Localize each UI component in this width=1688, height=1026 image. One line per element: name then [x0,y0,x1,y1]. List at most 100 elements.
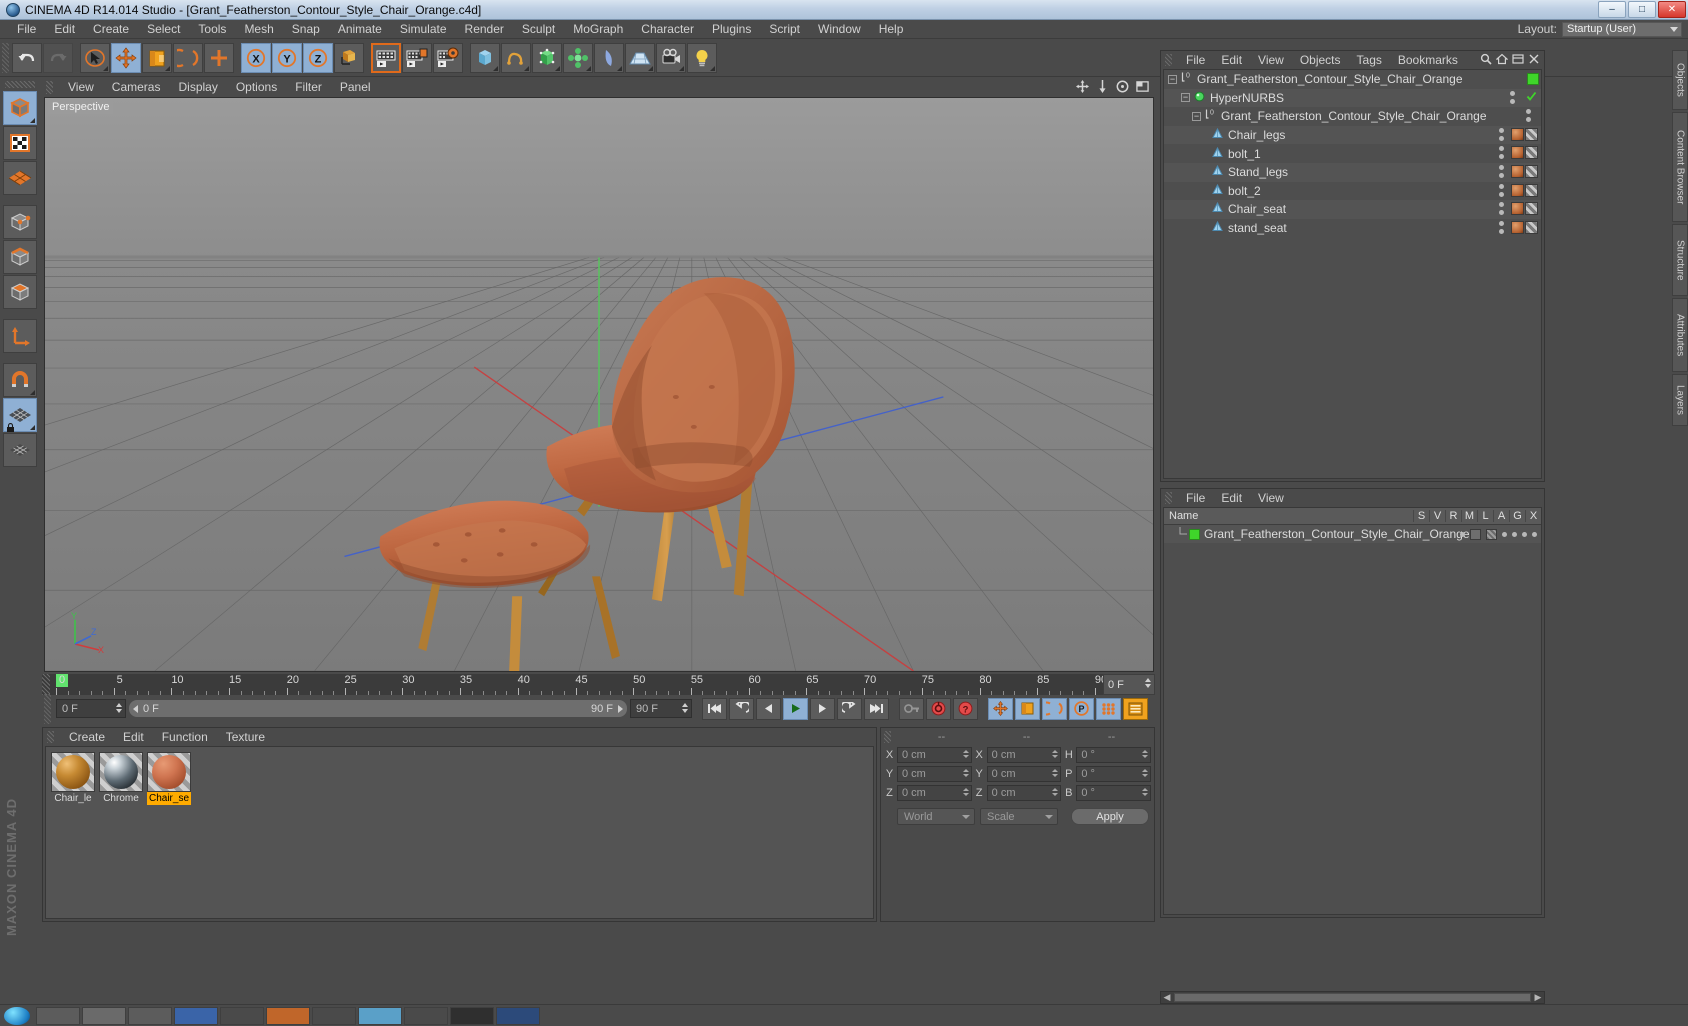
object-row[interactable]: Chair_seat [1164,200,1541,219]
add-camera-button[interactable] [656,42,686,73]
position-x-field[interactable]: 0 cm [897,747,972,763]
play-backwards-frame-button[interactable] [729,697,754,720]
rotation-key-button[interactable] [1042,697,1067,720]
visibility-dots[interactable] [1499,202,1504,216]
menu-select[interactable]: Select [138,20,189,39]
material-thumbnail[interactable] [147,752,191,792]
close-button[interactable]: ✕ [1658,1,1686,18]
taskbar-item[interactable] [358,1006,402,1025]
object-menu-bookmarks[interactable]: Bookmarks [1390,53,1466,67]
object-row[interactable]: − HyperNURBS [1164,88,1541,108]
viewport-menu-options[interactable]: Options [227,78,286,97]
menu-sculpt[interactable]: Sculpt [513,20,564,39]
param-key-button[interactable]: P [1069,697,1094,720]
expander-icon[interactable]: − [1168,74,1177,84]
taskbar-item[interactable] [266,1006,310,1025]
layer-row[interactable]: Grant_Featherston_Contour_Style_Chair_Or… [1164,525,1541,543]
viewport-menu-cameras[interactable]: Cameras [103,78,170,97]
spinner-icon[interactable] [116,703,123,713]
spinner-icon[interactable] [962,788,969,796]
visibility-dots[interactable] [1499,127,1504,141]
left-toolbar-grip[interactable] [5,81,35,88]
material-thumbnail[interactable] [51,752,95,792]
object-menu-edit[interactable]: Edit [1213,53,1250,67]
taskbar-item[interactable] [128,1006,172,1025]
size-y-field[interactable]: 0 cm [986,766,1062,782]
current-frame-field[interactable]: 0 F [56,699,126,718]
spinner-icon[interactable] [962,769,969,777]
object-row[interactable]: bolt_2 [1164,181,1541,201]
texture-tag-icon[interactable] [1525,220,1538,234]
spinner-icon[interactable] [682,703,689,713]
go-to-start-button[interactable] [702,697,727,720]
taskbar-item[interactable] [312,1006,356,1025]
column-name[interactable]: Name [1164,510,1413,522]
axis-mode-button[interactable] [3,319,37,353]
object-tree[interactable]: − 0 Grant_Featherston_Contour_Style_Chai… [1163,69,1542,479]
world-object-coord-button[interactable] [334,42,364,73]
lock-y-axis-button[interactable]: Y [272,42,302,73]
visibility-dots[interactable] [1499,220,1504,234]
material-menu-texture[interactable]: Texture [217,730,274,744]
lock-z-axis-button[interactable]: Z [303,42,333,73]
close-icon[interactable] [1528,53,1540,68]
object-row[interactable]: stand_seat [1164,218,1541,238]
material-tag-icon[interactable] [1511,220,1524,234]
material-item[interactable]: Chair_le [51,752,95,805]
apply-button[interactable]: Apply [1071,808,1149,825]
add-floor-button[interactable] [625,42,655,73]
autokey-button[interactable] [899,697,924,720]
visibility-dots[interactable] [1526,109,1531,123]
menu-simulate[interactable]: Simulate [391,20,456,39]
texture-tag-icon[interactable] [1525,146,1538,160]
point-level-key-button[interactable] [1096,697,1121,720]
render-view-button[interactable] [371,42,401,73]
rotation-h-field[interactable]: 0 ° [1076,747,1152,763]
spinner-icon[interactable] [1142,750,1149,758]
home-icon[interactable] [1495,53,1509,68]
column-solo[interactable]: S [1413,510,1429,522]
texture-mode-button[interactable] [3,126,37,160]
taskbar-item[interactable] [496,1006,540,1025]
loop-button[interactable] [837,697,862,720]
viewport-menu-display[interactable]: Display [169,78,226,97]
next-tool-button[interactable] [204,42,234,73]
animation-range-slider[interactable]: 0 F 90 F [128,699,628,718]
size-z-field[interactable]: 0 cm [986,785,1062,801]
menu-character[interactable]: Character [632,20,703,39]
workplane-button[interactable] [3,433,37,467]
rotate-tool-button[interactable] [173,42,203,73]
material-menu-create[interactable]: Create [60,730,114,744]
menu-window[interactable]: Window [809,20,870,39]
object-menu-objects[interactable]: Objects [1292,53,1349,67]
layer-color-tag[interactable] [1527,73,1539,85]
column-animation[interactable]: A [1493,510,1509,522]
rotation-b-field[interactable]: 0 ° [1076,785,1152,801]
texture-tag-icon[interactable] [1525,127,1538,141]
texture-tag-icon[interactable] [1525,164,1538,178]
position-y-field[interactable]: 0 cm [897,766,972,782]
go-to-end-button[interactable] [864,697,889,720]
coordinates-grip[interactable] [884,730,891,743]
face-mode-button[interactable] [3,275,37,309]
preview-end-field[interactable]: 90 F [630,699,692,718]
material-tag-icon[interactable] [1511,146,1524,160]
model-mode-button[interactable] [3,91,37,125]
move-tool-button[interactable] [111,42,141,73]
dock-tab-objects[interactable]: Objects [1672,50,1688,110]
point-mode-button[interactable] [3,205,37,239]
material-tag-icon[interactable] [1511,127,1524,141]
taskbar-item[interactable] [220,1006,264,1025]
move-view-icon[interactable] [1076,79,1089,96]
menu-file[interactable]: File [8,20,45,39]
column-generators[interactable]: G [1509,510,1525,522]
taskbar-item[interactable] [82,1006,126,1025]
scale-key-button[interactable] [1015,697,1040,720]
menu-plugins[interactable]: Plugins [703,20,760,39]
expander-icon[interactable]: − [1181,93,1190,103]
layer-menu-edit[interactable]: Edit [1213,491,1250,505]
lock-x-axis-button[interactable]: X [241,42,271,73]
visibility-dots[interactable] [1499,183,1504,197]
horizontal-scrollbar[interactable]: ◀ ▶ [1160,991,1545,1004]
workplane-lock-button[interactable] [3,398,37,432]
